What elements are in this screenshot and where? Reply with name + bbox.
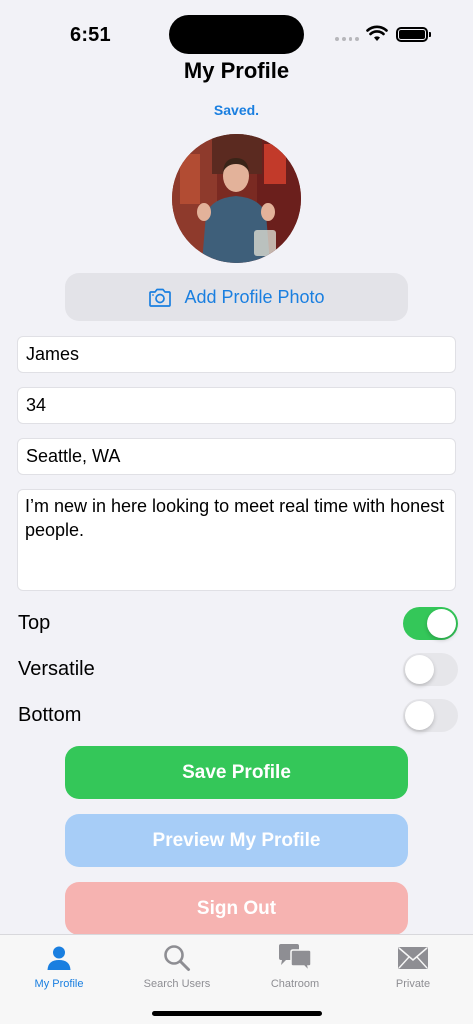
- search-icon: [164, 945, 190, 971]
- role-row-top: Top: [18, 606, 458, 640]
- envelope-icon: [398, 947, 428, 969]
- status-bar: 6:51: [0, 0, 473, 60]
- tab-chatroom[interactable]: Chatroom: [236, 941, 354, 990]
- role-label-versatile: Versatile: [18, 657, 95, 680]
- home-indicator: [152, 1011, 322, 1016]
- location-field[interactable]: Seattle, WA: [17, 438, 456, 475]
- tab-label: Chatroom: [270, 978, 320, 990]
- role-row-bottom: Bottom: [18, 698, 458, 732]
- tab-label: Private: [395, 978, 431, 990]
- sign-out-button[interactable]: Sign Out: [65, 882, 408, 935]
- profile-avatar[interactable]: [172, 134, 301, 263]
- tab-private[interactable]: Private: [354, 941, 472, 990]
- save-profile-button[interactable]: Save Profile: [65, 746, 408, 799]
- age-field[interactable]: 34: [17, 387, 456, 424]
- cellular-signal-icon: [335, 37, 359, 43]
- saved-status: Saved.: [213, 102, 260, 118]
- avatar-photo: [172, 134, 301, 263]
- tab-search-users[interactable]: Search Users: [118, 941, 236, 990]
- add-profile-photo-label: Add Profile Photo: [184, 286, 325, 307]
- wifi-icon: [366, 25, 388, 41]
- dynamic-island: [169, 15, 304, 54]
- bottom-toggle[interactable]: [403, 698, 458, 732]
- tab-my-profile[interactable]: My Profile: [0, 941, 118, 990]
- preview-profile-button[interactable]: Preview My Profile: [65, 814, 408, 867]
- bio-textarea[interactable]: I’m new in here looking to meet real tim…: [17, 489, 456, 591]
- role-row-versatile: Versatile: [18, 652, 458, 686]
- person-icon: [47, 946, 71, 970]
- tab-label: My Profile: [34, 978, 84, 990]
- top-toggle[interactable]: [403, 606, 458, 640]
- name-field[interactable]: James: [17, 336, 456, 373]
- role-label-bottom: Bottom: [18, 703, 82, 726]
- battery-icon: [396, 27, 431, 42]
- versatile-toggle[interactable]: [403, 652, 458, 686]
- role-label-top: Top: [18, 611, 51, 634]
- chat-bubbles-icon: [279, 944, 312, 973]
- tab-label: Search Users: [143, 978, 211, 990]
- page-title: My Profile: [183, 58, 290, 83]
- status-time: 6:51: [70, 24, 111, 46]
- camera-icon: [149, 288, 172, 307]
- tab-bar: My Profile Search Users Chatroom Private: [0, 934, 473, 1024]
- add-profile-photo-button[interactable]: Add Profile Photo: [65, 273, 408, 321]
